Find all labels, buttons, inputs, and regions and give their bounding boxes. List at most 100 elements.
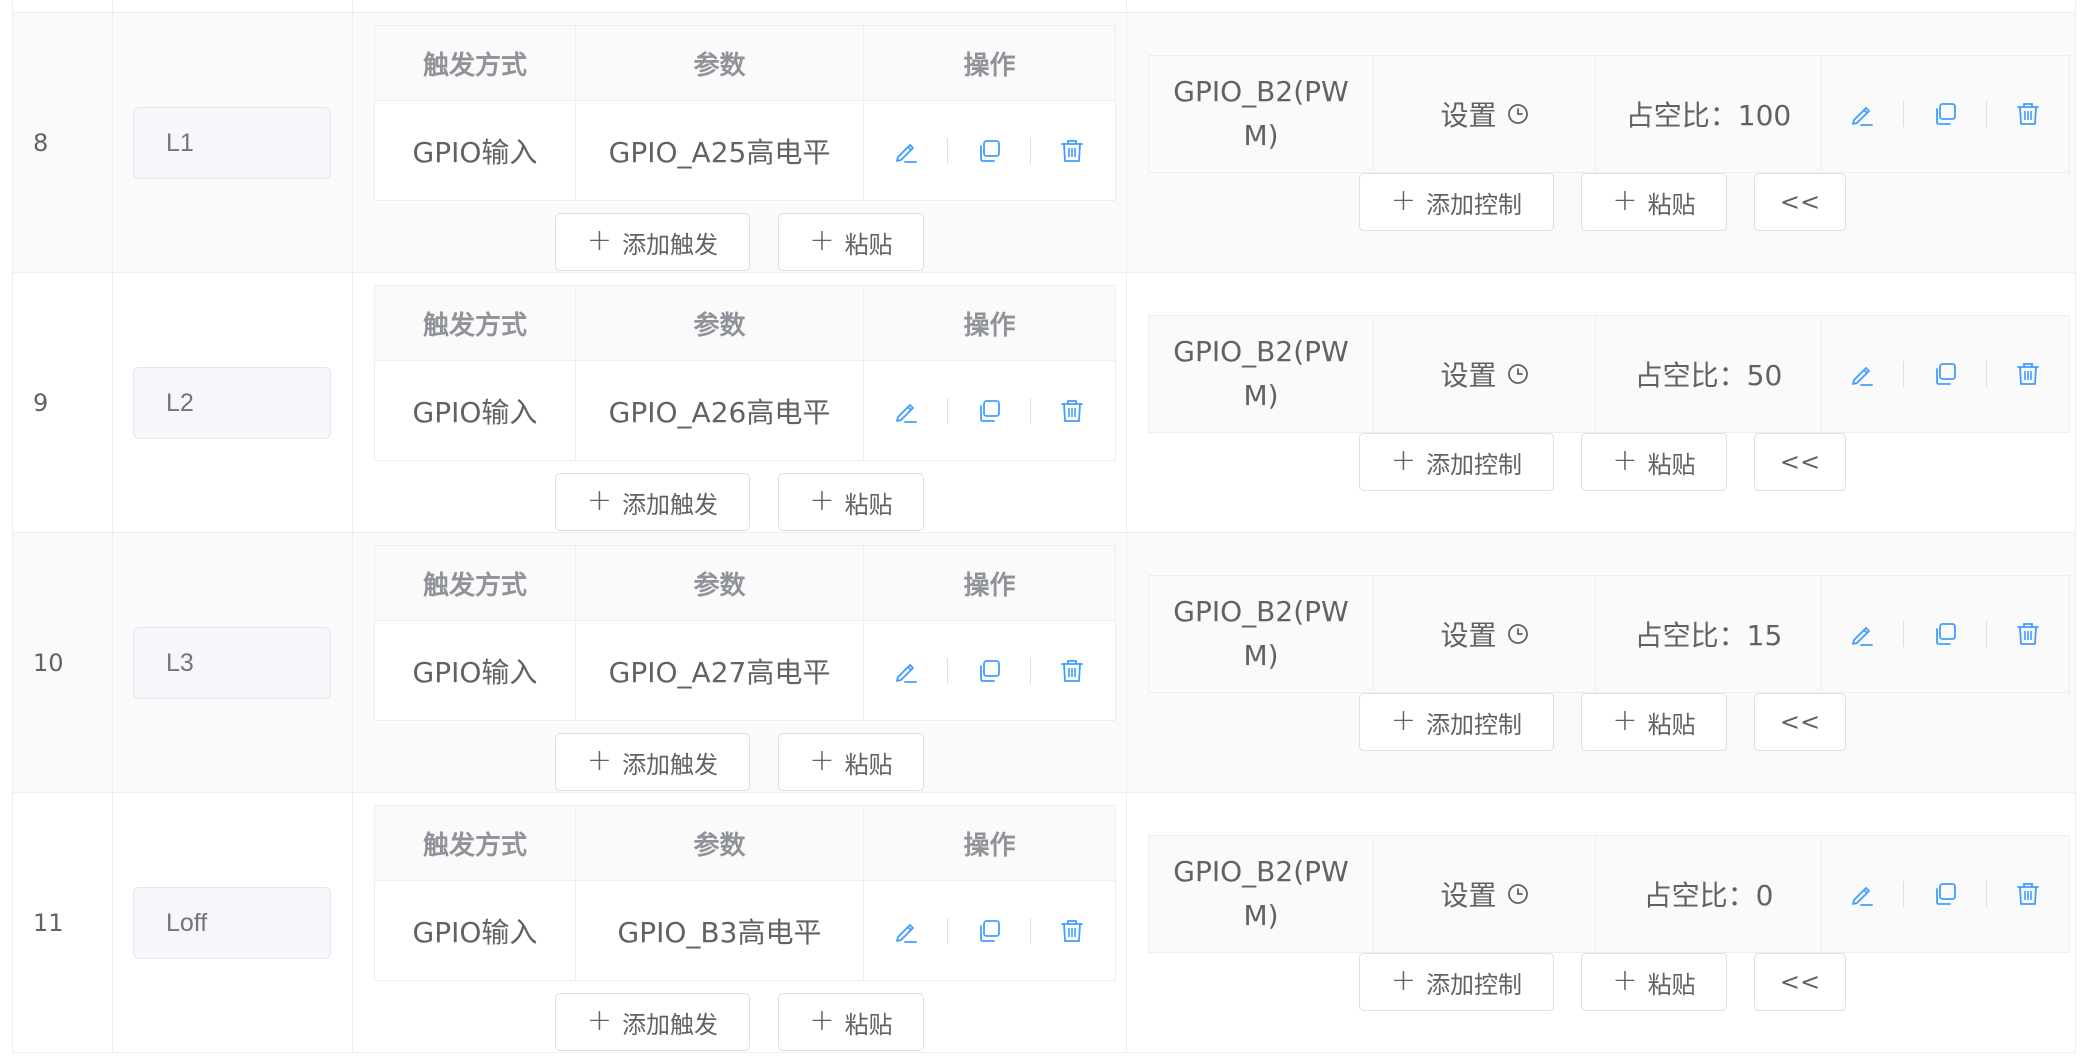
add-control-button[interactable]: + 添加控制 (1359, 173, 1554, 231)
control-operations (1821, 316, 2069, 432)
control-table: GPIO_B2(PW M) 设置 占空比：50 (1148, 315, 2070, 433)
trigger-table: 触发方式 参数 操作 GPIO输入 GPIO_A26高电平 (374, 285, 1116, 461)
edit-pen-icon[interactable] (865, 911, 947, 951)
edit-pen-icon[interactable] (1821, 354, 1903, 394)
plus-icon: + (809, 742, 835, 778)
table-row: 8 触发方式 参数 操作 GPIO输入 GPIO_A25高电平 (12, 13, 2076, 273)
header-trigger-type: 触发方式 (422, 51, 527, 81)
add-control-button[interactable]: + 添加控制 (1359, 433, 1554, 491)
name-input[interactable] (133, 627, 331, 699)
trash-icon[interactable] (1031, 131, 1113, 171)
control-gpio-line2: M) (1243, 119, 1279, 152)
name-input[interactable] (133, 887, 331, 959)
trash-icon[interactable] (1987, 874, 2069, 914)
control-setting-label: 设置 (1440, 359, 1497, 392)
add-trigger-button[interactable]: + 添加触发 (555, 213, 750, 271)
plus-icon: + (586, 222, 613, 258)
collapse-label: << (1779, 448, 1821, 476)
paste-control-button[interactable]: + 粘贴 (1581, 173, 1727, 231)
copy-icon[interactable] (1904, 354, 1986, 394)
copy-icon[interactable] (1904, 94, 1986, 134)
plus-icon: + (1390, 182, 1417, 218)
trigger-operations (863, 102, 1115, 200)
control-setting-cell[interactable]: 设置 (1374, 56, 1595, 172)
control-setting-label: 设置 (1440, 99, 1497, 132)
copy-icon[interactable] (948, 651, 1030, 691)
plus-icon: + (1612, 962, 1638, 998)
copy-icon[interactable] (1904, 614, 1986, 654)
trash-icon[interactable] (1031, 391, 1113, 431)
copy-icon[interactable] (1904, 874, 1986, 914)
trash-icon[interactable] (1031, 911, 1113, 951)
paste-trigger-button[interactable]: + 粘贴 (778, 473, 924, 531)
add-trigger-label: 添加触发 (622, 230, 719, 259)
control-table: GPIO_B2(PW M) 设置 占空比：0 (1148, 835, 2070, 953)
edit-pen-icon[interactable] (865, 131, 947, 171)
add-trigger-button[interactable]: + 添加触发 (555, 473, 750, 531)
control-setting-label: 设置 (1440, 619, 1497, 652)
copy-icon[interactable] (948, 391, 1030, 431)
edit-pen-icon[interactable] (1821, 94, 1903, 134)
paste-control-button[interactable]: + 粘贴 (1581, 953, 1727, 1011)
trigger-param-cell: GPIO_A25高电平 (608, 136, 831, 169)
plus-icon: + (586, 742, 613, 778)
row-index: 11 (33, 909, 64, 937)
collapse-label: << (1779, 968, 1821, 996)
paste-control-button[interactable]: + 粘贴 (1581, 693, 1727, 751)
add-trigger-label: 添加触发 (622, 750, 719, 779)
edit-pen-icon[interactable] (865, 391, 947, 431)
header-operation: 操作 (963, 51, 1016, 81)
trash-icon[interactable] (1987, 94, 2069, 134)
plus-icon: + (1612, 182, 1638, 218)
control-setting-cell[interactable]: 设置 (1374, 316, 1595, 432)
paste-label: 粘贴 (844, 750, 893, 779)
trash-icon[interactable] (1987, 614, 2069, 654)
control-gpio-line2: M) (1243, 639, 1279, 672)
trigger-operations (863, 362, 1115, 460)
trigger-type-cell: GPIO输入 (412, 136, 538, 169)
trigger-table: 触发方式 参数 操作 GPIO输入 GPIO_B3高电平 (374, 805, 1116, 981)
edit-pen-icon[interactable] (865, 651, 947, 691)
control-gpio-cell: GPIO_B2(PW M) (1149, 576, 1373, 692)
trigger-param-cell: GPIO_A27高电平 (608, 656, 831, 689)
control-gpio-line1: GPIO_B2(PW (1173, 595, 1349, 628)
trigger-type-cell: GPIO输入 (412, 396, 538, 429)
add-control-button[interactable]: + 添加控制 (1359, 693, 1554, 751)
collapse-button[interactable]: << (1754, 173, 1846, 231)
paste-trigger-button[interactable]: + 粘贴 (778, 733, 924, 791)
paste-trigger-button[interactable]: + 粘贴 (778, 993, 924, 1051)
trash-icon[interactable] (1987, 354, 2069, 394)
collapse-button[interactable]: << (1754, 433, 1846, 491)
table-row: 9 触发方式 参数 操作 GPIO输入 GPIO_A26高电平 (12, 273, 2076, 533)
control-gpio-line1: GPIO_B2(PW (1173, 855, 1349, 888)
add-control-label: 添加控制 (1426, 710, 1523, 739)
edit-pen-icon[interactable] (1821, 874, 1903, 914)
copy-icon[interactable] (948, 911, 1030, 951)
name-input[interactable] (133, 107, 331, 179)
trigger-param-cell: GPIO_B3高电平 (617, 916, 822, 949)
control-setting-cell[interactable]: 设置 (1374, 836, 1595, 952)
row-index: 8 (33, 129, 49, 157)
paste-trigger-button[interactable]: + 粘贴 (778, 213, 924, 271)
collapse-button[interactable]: << (1754, 693, 1846, 751)
paste-control-button[interactable]: + 粘贴 (1581, 433, 1727, 491)
control-gpio-cell: GPIO_B2(PW M) (1149, 316, 1373, 432)
copy-icon[interactable] (948, 131, 1030, 171)
collapse-button[interactable]: << (1754, 953, 1846, 1011)
header-param: 参数 (693, 51, 746, 81)
edit-pen-icon[interactable] (1821, 614, 1903, 654)
add-control-button[interactable]: + 添加控制 (1359, 953, 1554, 1011)
add-trigger-button[interactable]: + 添加触发 (555, 993, 750, 1051)
control-operations (1821, 836, 2069, 952)
name-input[interactable] (133, 367, 331, 439)
plus-icon: + (809, 1002, 835, 1038)
header-trigger-type: 触发方式 (422, 571, 527, 601)
clock-icon (1507, 884, 1528, 904)
add-trigger-button[interactable]: + 添加触发 (555, 733, 750, 791)
trash-icon[interactable] (1031, 651, 1113, 691)
control-setting-cell[interactable]: 设置 (1374, 576, 1595, 692)
trigger-type-cell: GPIO输入 (412, 916, 538, 949)
control-table: GPIO_B2(PW M) 设置 占空比：15 (1148, 575, 2070, 693)
paste-label: 粘贴 (1647, 450, 1696, 479)
add-trigger-label: 添加触发 (622, 490, 719, 519)
